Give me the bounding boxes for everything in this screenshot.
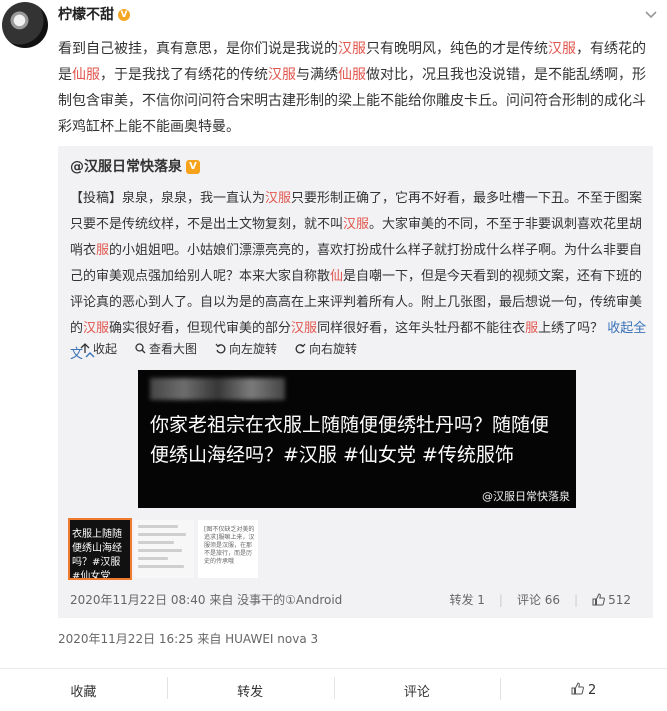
view-large-label: 查看大图 — [149, 342, 198, 356]
repost-button[interactable]: 转发 — [166, 676, 334, 700]
keyword-highlight: 汉服 — [291, 321, 318, 336]
keyword-highlight: 汉服 — [83, 321, 110, 336]
repost-stats: 转发 1 | 评论 66 | 512 — [449, 591, 631, 608]
chevron-down-icon — [645, 11, 657, 19]
keyword-highlight: 汉服 — [265, 191, 292, 206]
like-count: 512 — [608, 592, 631, 607]
verified-badge-icon: V — [186, 160, 200, 174]
keyword-highlight: 仙服 — [338, 67, 366, 83]
thumbnail-1-text: 衣服上随随便绣山海经吗？#汉服 #仙女党 — [72, 529, 122, 578]
rotate-left-icon — [215, 343, 226, 354]
post-source: 来自 HUAWEI nova 3 — [197, 632, 319, 646]
repost-timestamp: 2020年11月22日 08:40 来自 没事干的①Android — [70, 591, 342, 608]
username[interactable]: 柠檬不甜 V — [58, 4, 130, 24]
keyword-highlight: 服 — [525, 321, 539, 336]
text-segment: 确实很好看，但现代审美的部分 — [109, 321, 292, 336]
avatar[interactable] — [2, 2, 48, 48]
collapse-image-button[interactable]: 收起 — [80, 340, 117, 357]
arrow-up-icon — [80, 343, 90, 353]
text-segment: 只有晚明风，纯色的才是传统 — [366, 41, 548, 57]
keyword-highlight: 汉服 — [548, 41, 576, 57]
repost-source: 来自 没事干的①Android — [209, 593, 343, 607]
thumbs-up-icon — [592, 593, 606, 606]
post-header: 柠檬不甜 V — [0, 0, 667, 48]
thumbs-up-icon — [571, 682, 584, 695]
rotate-right-button[interactable]: 向右旋转 — [295, 340, 357, 357]
post-image[interactable]: 你家老祖宗在衣服上随随便便绣牡丹吗？随随便便绣山海经吗？#汉服 #仙女党 #传统… — [138, 370, 576, 508]
blurred-username — [150, 378, 285, 400]
image-toolbar: 收起 查看大图 向左旋转 向右旋转 — [80, 340, 357, 357]
favorite-button[interactable]: 收藏 — [0, 681, 167, 700]
keyword-highlight: 汉服 — [338, 41, 366, 57]
thumbnail-3[interactable]: [图不仅缺乏对美的追求]服嘛上来，汉服须是汉服，在那不是旅行，而是历史的传承哦 — [198, 520, 258, 578]
repost-count-link[interactable]: 转发 1 — [449, 591, 484, 608]
like-count-link[interactable]: 512 — [592, 593, 631, 607]
rotate-left-button[interactable]: 向左旋转 — [215, 340, 277, 357]
verified-badge-icon: V — [118, 9, 130, 21]
collapse-image-label: 收起 — [93, 342, 118, 356]
thumbnail-strip: 衣服上随随便绣山海经吗？#汉服 #仙女党 [图不仅缺乏对美的追求]服嘛上来，汉服… — [68, 518, 258, 580]
thumbnail-1[interactable]: 衣服上随随便绣山海经吗？#汉服 #仙女党 — [68, 518, 132, 580]
magnifier-icon — [135, 343, 146, 354]
text-segment: 看到自己被挂，真有意思，是你们说是我说的 — [58, 41, 338, 57]
like-count: 2 — [588, 683, 597, 698]
more-options-button[interactable] — [645, 8, 657, 22]
thumbnail-3-text: [图不仅缺乏对美的追求]服嘛上来，汉服须是汉服，在那不是旅行，而是历史的传承哦 — [204, 526, 255, 565]
text-segment: 上绣了吗？ — [538, 321, 604, 336]
rotate-right-icon — [295, 343, 306, 354]
rotate-left-label: 向左旋转 — [229, 342, 278, 356]
image-watermark: @汉服日常快落泉 — [482, 490, 570, 503]
thumbnail-2[interactable] — [134, 520, 194, 578]
text-segment: 与满绣 — [296, 67, 338, 83]
repost-card: @汉服日常快落泉 V 【投稿】泉泉，泉泉，我一直认为汉服只要形制正确了，它再不好看… — [58, 146, 653, 618]
view-large-button[interactable]: 查看大图 — [135, 340, 197, 357]
action-bar: 收藏 转发 评论 2 — [0, 668, 667, 711]
keyword-highlight: 服 — [96, 243, 110, 258]
keyword-highlight: 汉服 — [268, 67, 296, 83]
text-segment: 【投稿】泉泉，泉泉，我一直认为 — [70, 191, 266, 206]
username-text[interactable]: 柠檬不甜 — [58, 7, 114, 23]
keyword-highlight: 汉服 — [343, 217, 370, 232]
post-text: 看到自己被挂，真有意思，是你们说是我说的汉服只有晚明风，纯色的才是传统汉服，有绣… — [58, 36, 650, 140]
comment-button[interactable]: 评论 — [333, 676, 501, 700]
text-segment: 同样很好看，这年头牡丹都不能往衣 — [317, 321, 526, 336]
post-timestamp: 2020年11月22日 16:25 来自 HUAWEI nova 3 — [58, 630, 318, 647]
like-button[interactable]: 2 — [500, 678, 667, 700]
repost-time-link[interactable]: 2020年11月22日 08:40 — [70, 593, 205, 607]
repost-author-link[interactable]: @汉服日常快落泉 — [70, 159, 182, 175]
rotate-right-label: 向右旋转 — [309, 342, 358, 356]
text-segment: ，于是我找了有绣花的传统 — [100, 67, 268, 83]
comment-count-link[interactable]: 评论 66 — [517, 591, 560, 608]
repost-author[interactable]: @汉服日常快落泉 V — [70, 156, 200, 176]
keyword-highlight: 仙服 — [72, 67, 100, 83]
image-caption: 你家老祖宗在衣服上随随便便绣牡丹吗？随随便便绣山海经吗？#汉服 #仙女党 #传统… — [150, 414, 550, 466]
post-time-link[interactable]: 2020年11月22日 16:25 — [58, 632, 193, 646]
keyword-highlight: 仙 — [330, 269, 344, 284]
